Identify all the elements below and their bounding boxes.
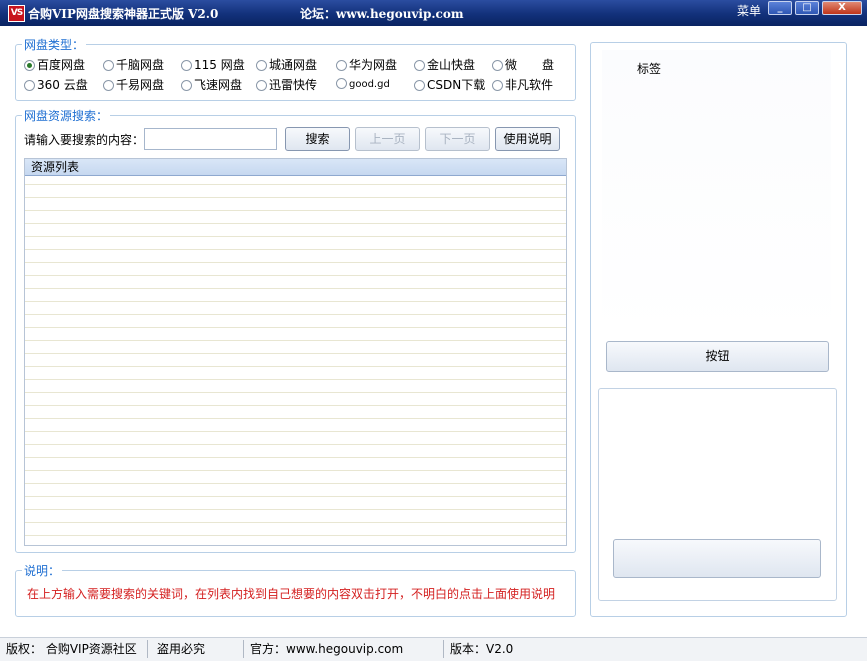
minimize-button[interactable]: _ xyxy=(768,1,792,15)
prev-page-button[interactable]: 上一页 xyxy=(355,127,420,151)
next-page-button[interactable]: 下一页 xyxy=(425,127,490,151)
radio-icon xyxy=(256,60,267,71)
radio-checked-icon xyxy=(24,60,35,71)
radio-qianyi[interactable]: 千易网盘 xyxy=(103,78,164,92)
tag-label: 标签 xyxy=(637,62,662,76)
close-button[interactable]: X xyxy=(822,1,862,15)
radio-icon xyxy=(24,80,35,91)
status-separator xyxy=(243,640,244,658)
forum-link: 论坛：www.hegouvip.com xyxy=(300,7,464,21)
radio-kingsoft[interactable]: 金山快盘 xyxy=(414,58,475,72)
resource-list[interactable]: 资源列表 xyxy=(24,158,567,546)
radio-icon xyxy=(492,60,503,71)
search-input[interactable] xyxy=(144,128,277,150)
menu-button[interactable]: 菜单 xyxy=(737,2,761,19)
title-bar[interactable]: VS 合购VIP网盘搜索神器正式版 V2.0 论坛：www.hegouvip.c… xyxy=(0,0,867,26)
radio-icon xyxy=(103,80,114,91)
list-header[interactable]: 资源列表 xyxy=(25,159,566,176)
radio-icon xyxy=(414,80,425,91)
action-button[interactable]: 按钮 xyxy=(606,341,829,372)
radio-icon xyxy=(103,60,114,71)
radio-huawei[interactable]: 华为网盘 xyxy=(336,58,397,72)
note-legend: 说明： xyxy=(24,564,61,578)
disk-type-legend: 网盘类型： xyxy=(24,38,85,52)
secondary-button[interactable] xyxy=(613,539,821,578)
label-area xyxy=(602,50,831,340)
help-button[interactable]: 使用说明 xyxy=(495,127,560,151)
status-piracy: 盗用必究 xyxy=(157,642,206,656)
search-legend: 网盘资源搜索： xyxy=(24,109,109,123)
radio-360[interactable]: 360 云盘 xyxy=(24,78,88,92)
radio-feisu[interactable]: 飞速网盘 xyxy=(181,78,242,92)
maximize-button[interactable]: □ xyxy=(795,1,819,15)
status-separator xyxy=(443,640,444,658)
search-prompt: 请输入要搜索的内容： xyxy=(24,133,145,147)
radio-icon xyxy=(492,80,503,91)
radio-csdn[interactable]: CSDN下载 xyxy=(414,78,485,92)
app-icon: VS xyxy=(8,5,25,22)
status-copyright: 版权： 合购VIP资源社区 xyxy=(6,642,137,656)
radio-feifan[interactable]: 非凡软件 xyxy=(492,78,553,92)
radio-qiannao[interactable]: 千脑网盘 xyxy=(103,58,164,72)
status-official: 官方：www.hegouvip.com xyxy=(250,642,404,656)
radio-goodgd[interactable]: good.gd xyxy=(336,78,390,92)
radio-baidu[interactable]: 百度网盘 xyxy=(24,58,85,72)
status-bar: 版权： 合购VIP资源社区 盗用必究 官方：www.hegouvip.com 版… xyxy=(0,637,867,661)
radio-weipan-suffix: 盘 xyxy=(542,58,555,72)
note-text: 在上方输入需要搜索的关键词，在列表内找到自己想要的内容双击打开，不明白的点击上面… xyxy=(27,587,556,601)
radio-115[interactable]: 115 网盘 xyxy=(181,58,245,72)
radio-weipan[interactable]: 微 xyxy=(492,58,517,72)
radio-xunlei[interactable]: 迅雷快传 xyxy=(256,78,317,92)
window-title: 合购VIP网盘搜索神器正式版 V2.0 xyxy=(28,7,219,21)
radio-icon xyxy=(414,60,425,71)
status-version: 版本：V2.0 xyxy=(450,642,514,656)
radio-chengtong[interactable]: 城通网盘 xyxy=(256,58,317,72)
status-separator xyxy=(147,640,148,658)
radio-icon xyxy=(256,80,267,91)
search-button[interactable]: 搜索 xyxy=(285,127,350,151)
radio-icon xyxy=(181,80,192,91)
radio-icon xyxy=(336,78,347,89)
radio-icon xyxy=(181,60,192,71)
radio-icon xyxy=(336,60,347,71)
